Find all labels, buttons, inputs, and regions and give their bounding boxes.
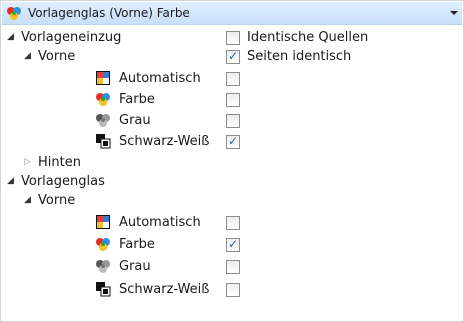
auto-icon [96,215,110,229]
glass-gray-checkbox[interactable] [226,260,240,274]
option-label: Schwarz-Weiß [119,282,210,297]
glass-auto-checkbox[interactable] [226,216,240,230]
seiten-identisch-checkbox[interactable]: ✓ [226,49,240,64]
tree-node-vorne[interactable]: Vorne [38,192,75,209]
feeder-auto-checkbox[interactable] [226,72,240,86]
option-label: Farbe [119,92,155,107]
tree-node-vorlagenglas[interactable]: Vorlagenglas [21,173,105,190]
gray-icon [96,260,110,273]
checkmark-icon: ✓ [227,49,239,63]
option-label: Automatisch [119,215,201,230]
gray-icon [96,114,110,127]
color-icon [96,93,110,106]
option-label: Farbe [119,237,155,252]
tree-node-vorlageneinzug[interactable]: Vorlageneinzug [21,29,121,46]
feeder-color-checkbox[interactable] [226,93,240,107]
checkmark-icon: ✓ [227,237,239,251]
collapse-arrow-icon[interactable]: ▷ [24,154,31,171]
expand-arrow-icon[interactable]: ◢ [24,192,31,209]
identische-quellen-checkbox[interactable] [226,31,240,45]
checkmark-icon: ✓ [227,134,239,148]
feeder-bw-checkbox[interactable]: ✓ [226,134,240,149]
feeder-gray-checkbox[interactable] [226,114,240,128]
glass-color-checkbox[interactable]: ✓ [226,237,240,252]
source-dropdown[interactable]: Vorlagenglas (Vorne) Farbe [2,2,462,25]
option-label: Grau [119,259,151,274]
bw-icon [96,134,111,149]
tree-node-vorne[interactable]: Vorne [38,48,75,65]
option-label: Automatisch [119,71,201,86]
option-label: Grau [119,113,151,128]
expand-arrow-icon[interactable]: ◢ [7,173,14,190]
seiten-identisch-label: Seiten identisch [247,49,352,64]
color-icon [96,238,110,251]
chevron-down-icon[interactable] [450,11,458,15]
scan-settings-panel: Vorlagenglas (Vorne) Farbe ◢ Vorlagenein… [0,0,464,322]
color-icon [7,7,21,20]
expand-arrow-icon[interactable]: ◢ [24,48,31,65]
option-label: Schwarz-Weiß [119,134,210,149]
tree-node-hinten[interactable]: Hinten [38,154,81,171]
bw-icon [96,282,111,297]
auto-icon [96,71,110,85]
dropdown-value: Vorlagenglas (Vorne) Farbe [28,6,190,20]
expand-arrow-icon[interactable]: ◢ [7,29,14,46]
identische-quellen-label: Identische Quellen [247,30,369,45]
glass-bw-checkbox[interactable] [226,283,240,297]
